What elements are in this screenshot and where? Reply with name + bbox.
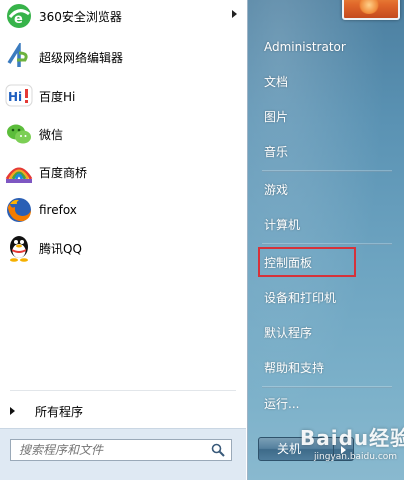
devices-printers-link[interactable]: 设备和打印机	[264, 286, 336, 310]
computer-link[interactable]: 计算机	[264, 213, 300, 237]
super-network-editor-icon	[4, 42, 34, 72]
pictures-link[interactable]: 图片	[264, 105, 288, 129]
baidu-jingyan-watermark: Baidu经验 jingyan.baidu.com	[300, 418, 404, 478]
help-support-link[interactable]: 帮助和支持	[264, 356, 324, 380]
divider	[262, 386, 392, 388]
program-item-baidu-hi[interactable]: Hi 百度Hi	[0, 77, 246, 115]
all-programs-button[interactable]: 所有程序	[0, 397, 246, 425]
search-magnifier-icon[interactable]	[211, 443, 225, 460]
baidu-hi-icon: Hi	[4, 81, 34, 111]
baidu-shangqiao-icon	[4, 157, 34, 187]
all-programs-label: 所有程序	[35, 404, 84, 419]
program-label: 腾讯QQ	[39, 241, 82, 256]
divider	[262, 170, 392, 172]
program-item-firefox[interactable]: firefox	[0, 191, 246, 229]
highlight-annotation-box	[258, 247, 356, 277]
search-box[interactable]	[10, 439, 232, 461]
program-item-tencent-qq[interactable]: 腾讯QQ	[0, 229, 246, 267]
program-label: 超级网络编辑器	[39, 50, 124, 65]
program-item-baidu-shangqiao[interactable]: 百度商桥	[0, 153, 246, 191]
qq-penguin-icon	[4, 233, 34, 263]
documents-link[interactable]: 文档	[264, 70, 288, 94]
search-area	[0, 428, 246, 480]
program-label: 百度商桥	[39, 165, 88, 180]
play-arrow-icon	[10, 407, 15, 415]
run-link[interactable]: 运行...	[264, 392, 299, 416]
user-picture[interactable]	[342, 0, 400, 20]
360-browser-icon: e	[4, 1, 34, 31]
program-item-wechat[interactable]: 微信	[0, 115, 246, 153]
search-input[interactable]	[19, 443, 199, 457]
watermark-main-text: Baidu经验	[300, 426, 404, 450]
program-label: firefox	[39, 203, 77, 217]
user-name-link[interactable]: Administrator	[264, 35, 346, 59]
submenu-arrow-icon[interactable]	[232, 10, 237, 18]
start-menu-programs-pane: e 360安全浏览器 超级网络编辑器 Hi 百度Hi 微信 百度商桥 firef…	[0, 0, 248, 480]
program-item-360-browser[interactable]: e 360安全浏览器	[0, 0, 246, 35]
program-label: 360安全浏览器	[39, 9, 122, 24]
divider	[262, 243, 392, 245]
flower-image	[358, 0, 380, 14]
program-label: 百度Hi	[39, 89, 76, 104]
music-link[interactable]: 音乐	[264, 140, 288, 164]
wechat-icon	[4, 119, 34, 149]
program-item-super-network-editor[interactable]: 超级网络编辑器	[0, 38, 246, 76]
default-programs-link[interactable]: 默认程序	[264, 321, 312, 345]
svg-text:e: e	[14, 12, 23, 27]
watermark-url-text: jingyan.baidu.com	[314, 452, 398, 462]
svg-text:Hi: Hi	[8, 90, 22, 104]
program-label: 微信	[39, 127, 64, 142]
start-menu-places-pane: Administrator 文档 图片 音乐 游戏 计算机 控制面板 设备和打印…	[248, 0, 404, 480]
firefox-icon	[4, 195, 34, 225]
games-link[interactable]: 游戏	[264, 178, 288, 202]
divider	[10, 390, 236, 391]
